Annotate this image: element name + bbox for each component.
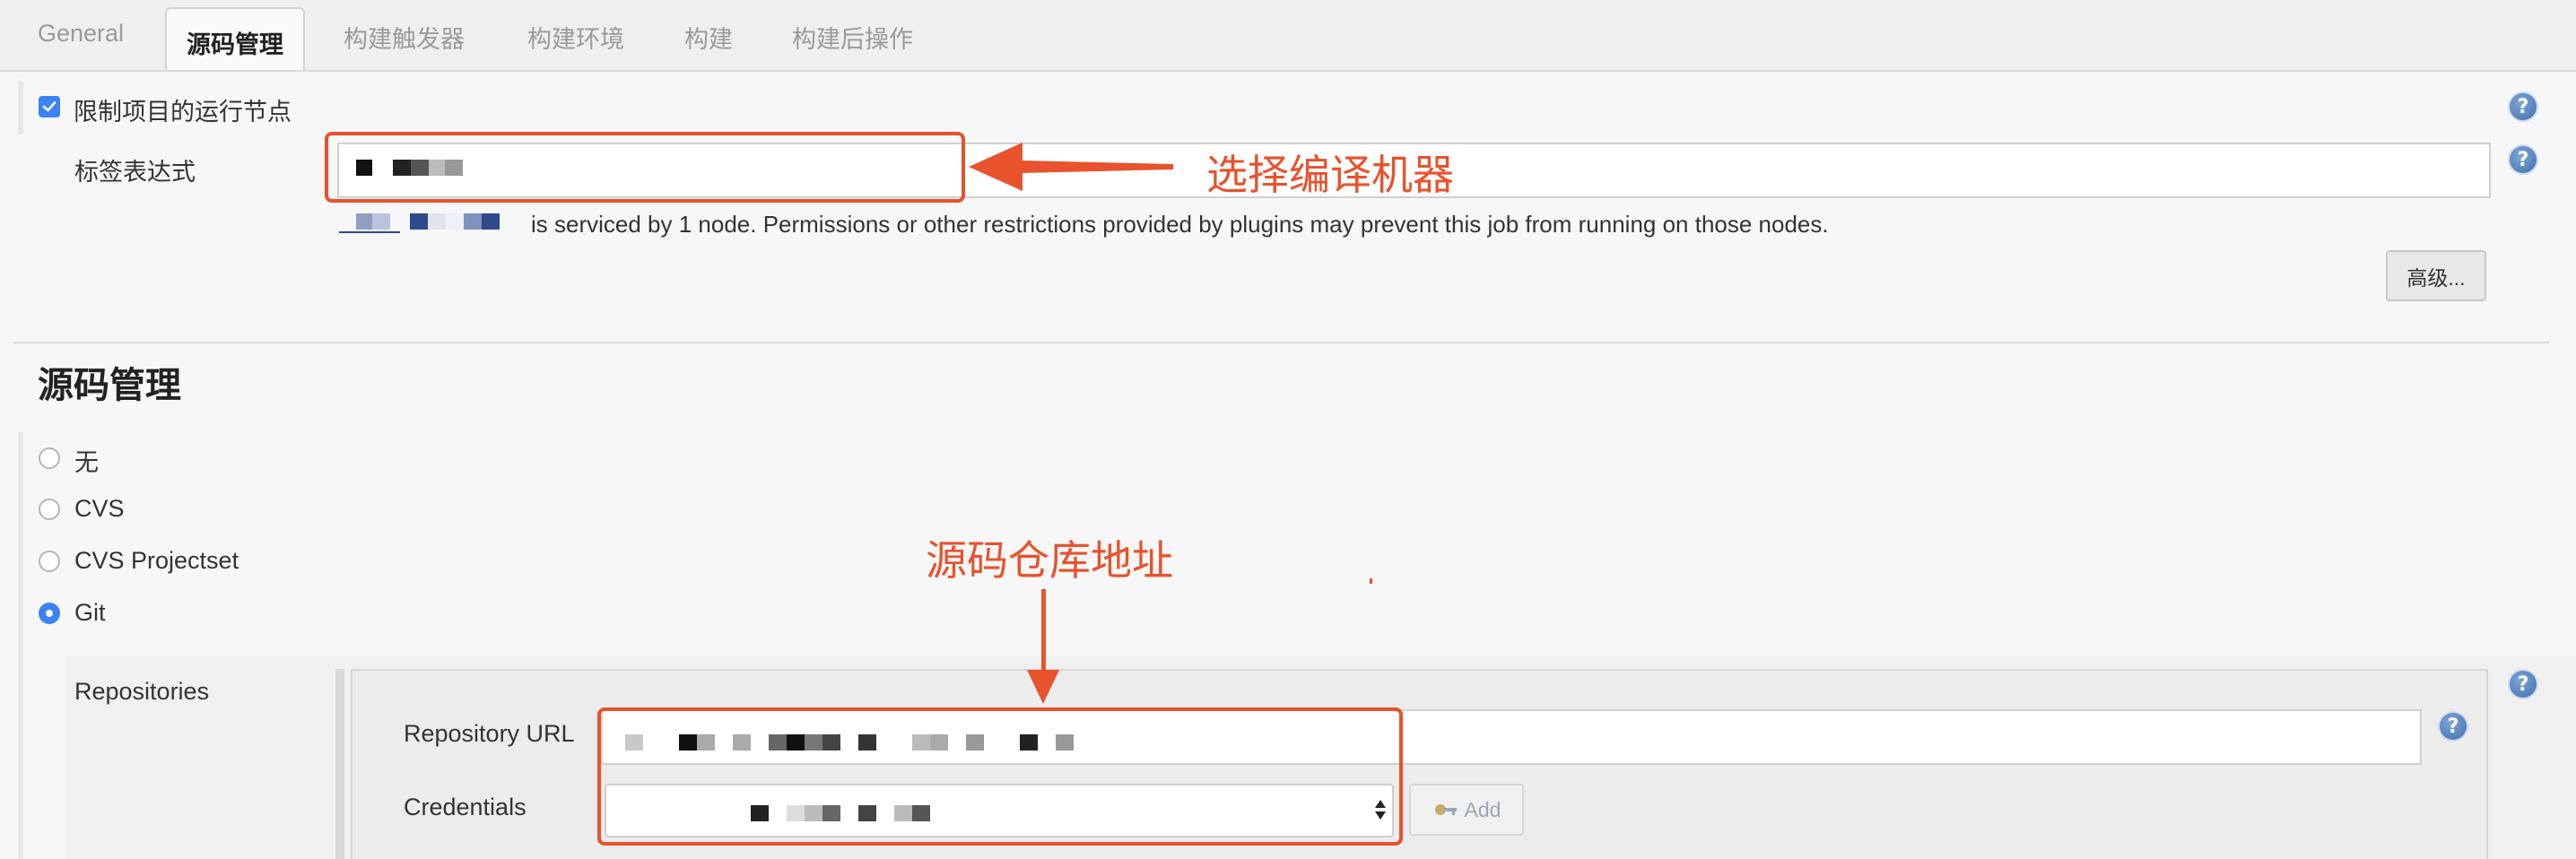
tab-build-triggers[interactable]: 构建触发器 <box>344 20 465 55</box>
tab-build[interactable]: 构建 <box>684 20 733 55</box>
scm-option-label: Git <box>74 599 106 626</box>
tab-bar: General 源码管理 构建触发器 构建环境 构建 构建后操作 <box>0 0 2576 72</box>
scm-radio-cvs-projectset[interactable] <box>39 551 60 572</box>
section-divider <box>13 342 2549 343</box>
redacted-pixel <box>372 213 390 230</box>
scm-option-label: CVS <box>74 495 125 522</box>
restrict-node-label: 限制项目的运行节点 <box>74 99 292 126</box>
annotation-arrow-icon <box>1027 589 1059 704</box>
key-icon <box>1434 804 1457 815</box>
scm-option-label: CVS Projectset <box>74 547 239 574</box>
annotation-repo-address: 源码仓库地址 <box>926 537 1173 584</box>
redacted-pixel <box>464 213 482 230</box>
scm-radio-cvs[interactable] <box>39 499 60 520</box>
restrict-node-checkbox[interactable] <box>39 96 60 117</box>
credentials-label: Credentials <box>404 794 527 820</box>
repository-url-label: Repository URL <box>404 720 575 747</box>
check-icon <box>42 101 57 112</box>
add-credentials-button[interactable]: Add <box>1409 784 1524 836</box>
scm-option-label: 无 <box>74 449 99 476</box>
scm-section-title: 源码管理 <box>38 366 181 405</box>
add-button-label: Add <box>1464 797 1501 821</box>
section-indent-bar <box>18 432 23 859</box>
annotation-highlight-box <box>325 132 965 203</box>
redacted-pixel <box>410 213 428 230</box>
help-icon[interactable]: ? <box>2510 671 2537 698</box>
section-indent-bar <box>18 81 23 134</box>
repositories-label: Repositories <box>74 678 210 705</box>
tab-build-environment[interactable]: 构建环境 <box>527 20 624 55</box>
tab-scm[interactable]: 源码管理 <box>165 7 305 70</box>
repositories-indent-bar <box>335 669 344 859</box>
tab-general[interactable]: General <box>38 20 124 48</box>
annotation-compile-machine: 选择编译机器 <box>1206 152 1454 198</box>
redacted-pixel <box>446 213 464 230</box>
help-icon[interactable]: ? <box>2510 93 2537 120</box>
node-info-text: is serviced by 1 node. Permissions or ot… <box>531 211 1829 238</box>
advanced-button[interactable]: 高级... <box>2386 250 2486 301</box>
redacted-pixel <box>482 213 500 230</box>
annotation-dot <box>1370 578 1372 584</box>
help-icon[interactable]: ? <box>2510 146 2537 173</box>
scm-radio-none[interactable] <box>39 447 60 469</box>
scm-radio-git[interactable] <box>39 603 60 624</box>
tab-post-build[interactable]: 构建后操作 <box>792 20 913 55</box>
annotation-arrow-icon <box>969 143 1173 191</box>
node-link-underline <box>339 231 400 233</box>
annotation-highlight-box <box>597 707 1403 846</box>
redacted-pixel <box>428 213 446 230</box>
redacted-pixel <box>356 213 372 230</box>
label-expression-label: 标签表达式 <box>74 159 196 186</box>
help-icon[interactable]: ? <box>2440 713 2467 740</box>
